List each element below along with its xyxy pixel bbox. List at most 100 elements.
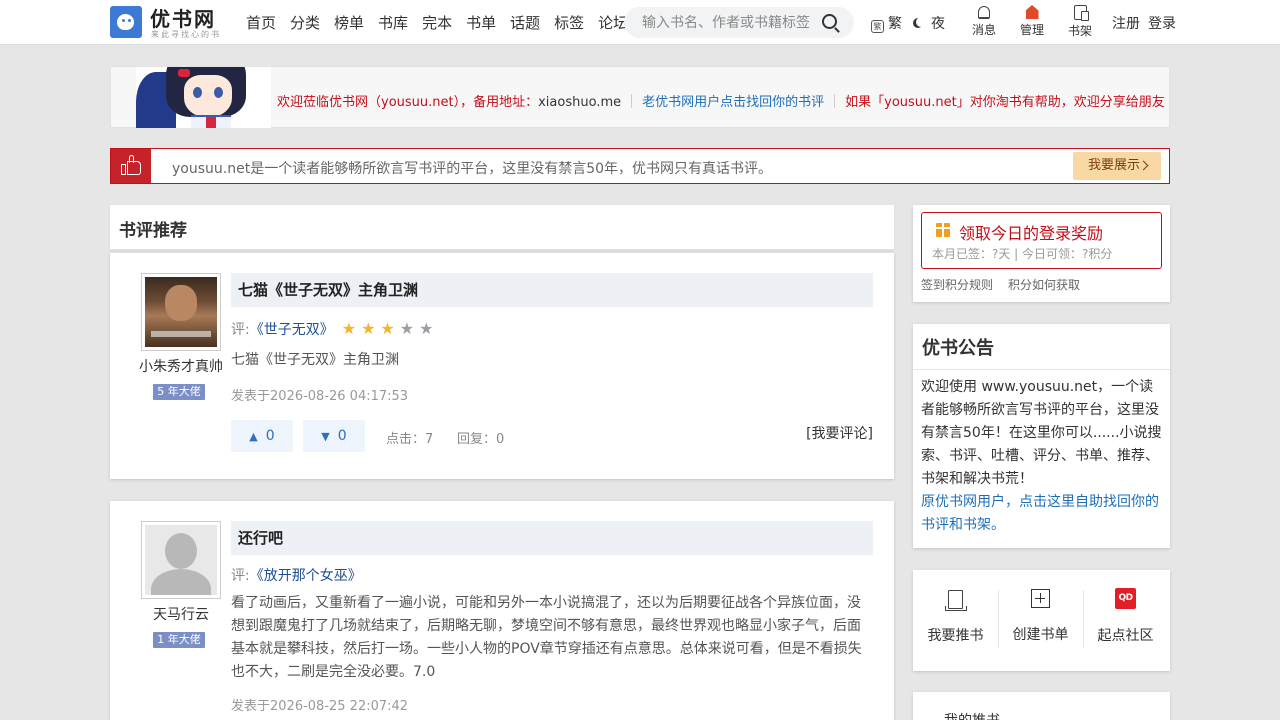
rating-stars: ★★★★★ — [342, 319, 439, 338]
night-label: 夜 — [931, 16, 945, 32]
top-header: 优书网 来此寻找心的书 首页 分类 榜单 书库 完本 书单 话题 标签 论坛 繁… — [0, 0, 1280, 45]
nav-tags[interactable]: 标签 — [554, 12, 584, 33]
checkin-rules-link[interactable]: 签到积分规则 — [921, 278, 993, 292]
search-input[interactable] — [642, 13, 817, 33]
traditional-toggle[interactable]: 繁繁 — [871, 13, 902, 33]
nav-home[interactable]: 首页 — [246, 12, 276, 33]
section-title: 书评推荐 — [119, 221, 187, 241]
welcome-banner: 欢迎莅临优书网（yousuu.net），备用地址：xiaoshuo.me 老优书网… — [110, 66, 1170, 128]
bookshelf-button[interactable]: 书架 — [1060, 5, 1100, 39]
reward-status: 本月已签：?天 | 今日可领：?积分 — [932, 247, 1113, 261]
review-card: 天马行云 1 年大佬 还行吧 评:《放开那个女巫》 看了动画后，又重新看了一遍小… — [110, 501, 894, 720]
bookshelf-label: 书架 — [1067, 24, 1092, 38]
nav-category[interactable]: 分类 — [290, 12, 320, 33]
login-reward-panel: 领取今日的登录奖励 本月已签：?天 | 今日可领：?积分 签到积分规则 积分如何获… — [913, 205, 1170, 302]
search-box — [624, 7, 854, 38]
register-link[interactable]: 注册 — [1112, 13, 1140, 33]
review-book-link[interactable]: 《世子无双》 — [250, 322, 334, 338]
review-book-line: 评:《世子无双》 ★★★★★ — [231, 319, 438, 339]
messages-label: 消息 — [971, 23, 996, 37]
my-recommendations-panel: 我的推书 — [913, 692, 1170, 720]
star-empty-icon: ★ — [419, 319, 439, 338]
star-icon: ★ — [380, 319, 400, 338]
review-title[interactable]: 七猫《世子无双》主角卫渊 — [231, 273, 873, 307]
manage-button[interactable]: 管理 — [1012, 5, 1052, 38]
downvote-button[interactable]: ▼ 0 — [303, 420, 365, 452]
moon-icon — [916, 17, 926, 27]
recommend-book-button[interactable]: 我要推书 — [913, 588, 998, 645]
star-icon: ★ — [341, 319, 362, 338]
messages-button[interactable]: 消息 — [964, 5, 1004, 38]
upvote-count: 0 — [265, 428, 275, 444]
review-date: 发表于2026-08-26 04:17:53 — [231, 389, 409, 404]
review-title[interactable]: 还行吧 — [231, 521, 873, 555]
review-card: 小朱秀才真帅 5 年大佬 七猫《世子无双》主角卫渊 评:《世子无双》 ★★★★★ … — [110, 253, 894, 479]
thumbs-up-icon — [111, 149, 151, 183]
nav-library[interactable]: 书库 — [378, 12, 408, 33]
down-arrow-icon: ▼ — [321, 430, 330, 443]
announcement-body: 欢迎使用 www.yousuu.net，一个读者能够畅所欲言写书评的平台，这里没… — [921, 376, 1163, 537]
showcase-button[interactable]: 我要展示 — [1073, 152, 1161, 180]
share-message: 如果「yousuu.net」对你淘书有帮助，欢迎分享给朋友 — [845, 95, 1165, 110]
qidian-icon: QD — [1115, 588, 1136, 609]
star-empty-icon: ★ — [399, 319, 420, 338]
review-date: 发表于2026-08-25 22:07:42 — [231, 699, 409, 714]
level-badge: 1 年大佬 — [153, 632, 205, 648]
reward-title: 领取今日的登录奖励 — [959, 224, 1104, 243]
welcome-text: 欢迎莅临优书网（yousuu.net），备用地址：xiaoshuo.me 老优书网… — [277, 91, 1165, 110]
nav-rankings[interactable]: 榜单 — [334, 12, 364, 33]
review-username[interactable]: 天马行云 — [120, 604, 242, 624]
points-howto-link[interactable]: 积分如何获取 — [1008, 278, 1080, 292]
login-link[interactable]: 登录 — [1148, 13, 1176, 33]
nav-booklists[interactable]: 书单 — [466, 12, 496, 33]
recover-account-link[interactable]: 原优书网用户，点击这里自助找回你的书评和书架。 — [921, 491, 1163, 537]
night-mode-toggle[interactable]: 夜 — [916, 13, 945, 33]
upvote-button[interactable]: ▲ 0 — [231, 420, 293, 452]
welcome-message: 欢迎莅临优书网（yousuu.net），备用地址： — [277, 95, 539, 110]
review-prefix: 评: — [231, 322, 250, 338]
bell-icon — [978, 6, 990, 19]
announcement-title: 优书公告 — [922, 338, 994, 359]
review-body: 看了动画后，又重新看了一遍小说，可能和另外一本小说搞混了，还以为后期要征战各个异… — [231, 595, 862, 680]
quick-actions-panel: 我要推书 创建书单 QD 起点社区 — [913, 570, 1170, 671]
site-logo[interactable]: 优书网 来此寻找心的书 — [110, 5, 225, 41]
recommend-book-icon — [945, 590, 967, 611]
old-user-recover-link[interactable]: 老优书网用户点击找回你的书评 — [642, 95, 824, 110]
downvote-count: 0 — [337, 428, 347, 444]
avatar[interactable] — [141, 273, 221, 351]
star-icon: ★ — [361, 319, 381, 338]
nav-topics[interactable]: 话题 — [510, 12, 540, 33]
announcement-text: 欢迎使用 www.yousuu.net，一个读者能够畅所欲言写书评的平台，这里没… — [921, 379, 1162, 487]
logo-slogan: 来此寻找心的书 — [151, 30, 221, 39]
avatar[interactable] — [141, 521, 221, 599]
manage-icon — [1025, 5, 1039, 19]
main-nav: 首页 分类 榜单 书库 完本 书单 话题 标签 论坛 — [246, 12, 642, 33]
review-username[interactable]: 小朱秀才真帅 — [120, 356, 242, 376]
section-header: 书评推荐 — [110, 205, 894, 250]
alt-domain: xiaoshuo.me — [538, 95, 622, 110]
plus-icon — [1031, 589, 1050, 608]
nav-completed[interactable]: 完本 — [422, 12, 452, 33]
logo-mark-icon — [110, 6, 142, 38]
create-booklist-button[interactable]: 创建书单 — [998, 588, 1083, 648]
recommend-book-label: 我要推书 — [927, 628, 984, 644]
logo-text: 优书网 — [150, 7, 216, 31]
mascot-illustration — [136, 67, 271, 128]
write-comment-link[interactable]: [我要评论] — [806, 423, 873, 443]
login-reward-button[interactable]: 领取今日的登录奖励 本月已签：?天 | 今日可领：?积分 — [921, 212, 1162, 269]
qidian-community-button[interactable]: QD 起点社区 — [1083, 588, 1168, 648]
up-arrow-icon: ▲ — [249, 430, 258, 443]
reward-links: 签到积分规则 积分如何获取 — [921, 276, 1095, 293]
bookshelf-icon — [1073, 5, 1089, 21]
my-recommendations-title: 我的推书 — [944, 710, 1000, 720]
announcement-panel: 优书公告 欢迎使用 www.yousuu.net，一个读者能够畅所欲言写书评的平… — [913, 324, 1170, 548]
search-icon[interactable] — [822, 14, 837, 29]
review-body: 七猫《世子无双》主角卫渊 — [231, 352, 399, 368]
traditional-label: 繁 — [888, 16, 902, 32]
create-booklist-label: 创建书单 — [1012, 627, 1069, 643]
review-book-link[interactable]: 《放开那个女巫》 — [250, 568, 362, 584]
click-count: 点击：7 — [386, 432, 434, 447]
announcement-header: 优书公告 — [913, 324, 1170, 370]
review-book-line: 评:《放开那个女巫》 — [231, 565, 362, 585]
qidian-community-label: 起点社区 — [1097, 628, 1154, 644]
